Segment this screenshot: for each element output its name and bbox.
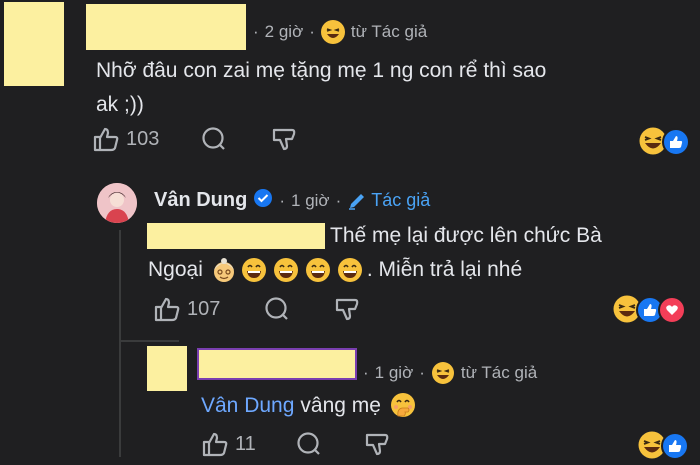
comment-bubble-icon (297, 432, 320, 455)
reply2-like-count: 11 (235, 432, 256, 455)
separator-dot: · (419, 363, 425, 382)
mention-link[interactable]: Vân Dung (201, 389, 294, 423)
comment1-reactions[interactable] (638, 126, 690, 161)
like-button[interactable]: 103 (92, 126, 159, 152)
reply1-text-line1: Thế mẹ lại được lên chức Bà (330, 224, 602, 247)
comment1-actions: 103 (92, 126, 297, 152)
laughing-emoji-icon (320, 20, 345, 44)
grinning-emoji-icon (273, 257, 299, 283)
dislike-button[interactable] (271, 126, 297, 152)
grinning-emoji-icon (305, 257, 331, 283)
reply1-text-line2: Ngoại . Miễn trả lại nhé (148, 253, 668, 287)
reply1-reactions[interactable] (612, 294, 686, 329)
separator-dot: · (253, 22, 259, 41)
separator-dot: · (335, 190, 342, 210)
thumbs-down-icon (365, 433, 389, 456)
reply1-text-line2-a: Ngoại (148, 258, 203, 281)
avatar[interactable] (97, 183, 137, 223)
like-reaction-icon (661, 432, 689, 460)
thread-line-branch (119, 340, 179, 342)
reply1-time[interactable]: 1 giờ (291, 191, 330, 211)
reply2-meta: · 1 giờ · từ Tác giả (363, 361, 537, 385)
reply-button[interactable] (264, 296, 290, 322)
comment1-from-author: từ Tác giả (350, 22, 428, 41)
grinning-emoji-icon (241, 257, 267, 283)
reply1-actions: 107 (153, 296, 360, 322)
reply2-text-body: vâng mẹ (300, 394, 381, 417)
comment1-meta: · 2 giờ · từ Tác giả (253, 20, 427, 44)
reply1-text-line2-b: . Miễn trả lại nhé (366, 258, 523, 281)
comment-bubble-icon (265, 297, 289, 320)
hand-over-mouth-emoji-icon (389, 392, 417, 420)
comment1-text-line2: ak ;)) (96, 93, 144, 116)
like-button[interactable]: 11 (201, 431, 256, 457)
thread-line (119, 230, 121, 457)
separator-dot: · (363, 363, 369, 382)
reply1-text: Thế mẹ lại được lên chức Bà Ngoại . Miễn… (148, 219, 668, 287)
redacted-avatar (4, 2, 64, 86)
thumbs-up-icon (93, 127, 119, 152)
love-reaction-icon (658, 296, 686, 324)
dislike-button[interactable] (364, 431, 390, 457)
reply-button[interactable] (296, 431, 322, 457)
reply1-like-count: 107 (187, 297, 221, 320)
thumbs-up-icon (202, 432, 228, 457)
comment1-like-count: 103 (126, 127, 160, 150)
pencil-icon (349, 193, 365, 210)
verified-badge-icon (253, 188, 273, 213)
reply-button[interactable] (201, 126, 227, 152)
reply1-author-name[interactable]: Vân Dung (154, 189, 247, 212)
like-button[interactable]: 107 (153, 296, 220, 322)
reply2-from-author: từ Tác giả (460, 363, 538, 382)
comment1-text: Nhỡ đâu con zai mẹ tặng mẹ 1 ng con rể t… (96, 54, 656, 122)
grinning-emoji-icon (337, 257, 363, 283)
comment1-time[interactable]: 2 giờ (265, 22, 304, 42)
reply2-text: Vân Dung vâng mẹ (201, 389, 417, 423)
reply2-actions: 11 (201, 431, 390, 457)
author-tag-label: Tác giả (371, 190, 431, 210)
thumbs-down-icon (273, 128, 296, 151)
thumbs-up-icon (154, 297, 180, 322)
separator-dot: · (279, 190, 286, 210)
dislike-button[interactable] (334, 296, 360, 322)
separator-dot: · (309, 22, 315, 41)
redacted-username (197, 348, 357, 380)
old-woman-emoji-icon (211, 257, 237, 283)
laughing-emoji-icon (431, 361, 455, 385)
author-tag: Tác giả (347, 190, 430, 211)
reply2-reactions[interactable] (637, 430, 689, 465)
comment-bubble-icon (202, 127, 226, 150)
comment1-text-line1: Nhỡ đâu con zai mẹ tặng mẹ 1 ng con rể t… (96, 59, 547, 82)
redacted-avatar (147, 346, 187, 391)
thumbs-down-icon (336, 298, 359, 321)
like-reaction-icon (662, 128, 690, 156)
reply1-header: Vân Dung · 1 giờ · Tác giả (154, 188, 430, 213)
redacted-username (86, 4, 246, 50)
reply2-time[interactable]: 1 giờ (375, 363, 414, 383)
